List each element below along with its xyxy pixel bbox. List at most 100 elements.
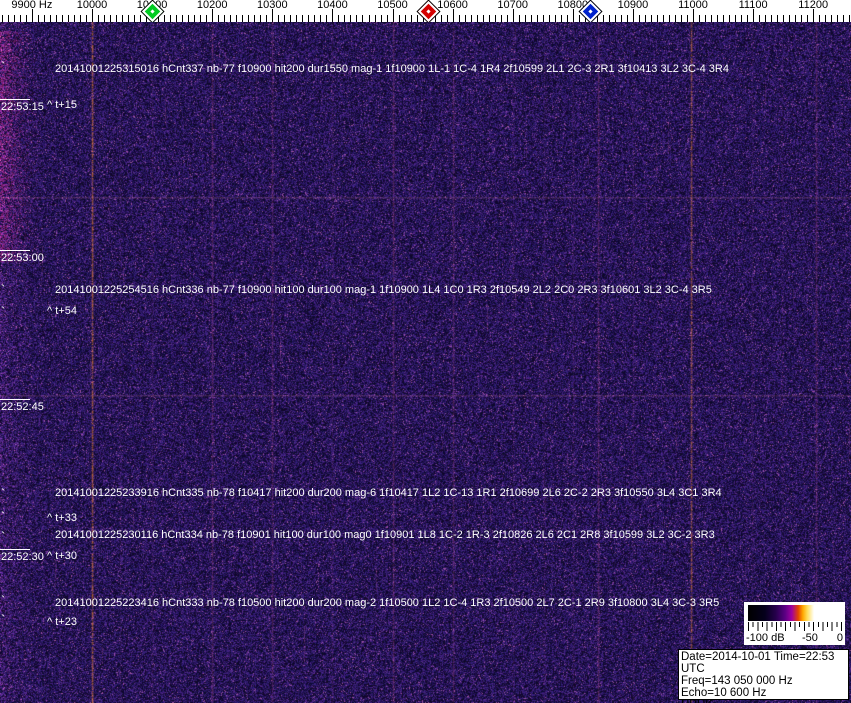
ruler-minor-tick: [49, 15, 51, 22]
ruler-minor-tick: [218, 15, 220, 22]
ruler-minor-tick: [43, 15, 45, 22]
ruler-minor-tick: [374, 15, 376, 22]
ruler-minor-tick: [356, 15, 358, 22]
ruler-minor-tick: [819, 15, 821, 22]
ruler-minor-tick: [230, 15, 232, 22]
ruler-minor-tick: [681, 15, 682, 22]
event-log-line: 20141001225230116 hCnt334 nb-78 f10901 h…: [55, 529, 715, 541]
ruler-minor-tick: [554, 15, 556, 22]
ruler-minor-tick: [386, 15, 388, 22]
ruler-minor-tick: [650, 15, 652, 22]
ruler-minor-tick: [608, 15, 610, 22]
ruler-minor-tick: [530, 15, 532, 22]
ruler-minor-tick: [122, 15, 123, 22]
marker-diamond-red[interactable]: [417, 0, 440, 22]
ruler-minor-tick: [140, 15, 142, 22]
info-echo: Echo=10 600 Hz: [681, 687, 767, 699]
ruler-minor-tick: [699, 15, 700, 22]
ruler-minor-tick: [783, 15, 785, 22]
ruler-minor-tick: [410, 15, 412, 22]
event-edge-tick: `: [1, 59, 6, 74]
event-edge-tick: `: [1, 509, 6, 524]
ruler-minor-tick: [747, 15, 749, 22]
ruler-minor-tick: [494, 15, 496, 22]
ruler-minor-tick: [669, 15, 670, 22]
ruler-minor-tick: [795, 15, 797, 22]
ruler-minor-tick: [723, 15, 724, 22]
ruler-minor-tick: [74, 15, 75, 22]
ruler-minor-tick: [7, 15, 9, 22]
time-tick-line: [0, 250, 30, 251]
ruler-minor-tick: [338, 15, 340, 22]
ruler-freq-label: 10700: [497, 0, 528, 11]
ruler-minor-tick: [626, 15, 628, 22]
ruler-minor-tick: [849, 15, 851, 22]
time-label: 22:53:00: [1, 252, 44, 264]
ruler-minor-tick: [765, 15, 767, 22]
ruler-minor-tick: [596, 15, 598, 22]
event-log-line: 20141001225223416 hCnt333 nb-78 f10500 h…: [55, 597, 720, 609]
ruler-minor-tick: [566, 15, 568, 22]
ruler-minor-tick: [128, 15, 130, 22]
ruler-minor-tick: [110, 15, 111, 22]
ruler-minor-tick: [831, 15, 833, 22]
ruler-minor-tick: [675, 15, 676, 22]
ruler-minor-tick: [548, 15, 550, 22]
marker-center-dot: [588, 8, 593, 14]
ruler-freq-label: 10500: [377, 0, 408, 11]
ruler-minor-tick: [176, 15, 178, 22]
ruler-minor-tick: [320, 15, 322, 22]
db-color-scale-legend: -100 dB -50 0: [744, 602, 845, 645]
ruler-minor-tick: [470, 15, 472, 22]
ruler-minor-tick: [488, 15, 490, 22]
ruler-minor-tick: [518, 15, 520, 22]
ruler-minor-tick: [380, 15, 382, 22]
info-frequency: Freq=143 050 000 Hz: [681, 675, 793, 687]
legend-label-max: 0: [836, 632, 843, 644]
ruler-minor-tick: [729, 15, 731, 22]
ruler-minor-tick: [236, 15, 238, 22]
ruler-freq-label: 10200: [196, 0, 228, 11]
ruler-minor-tick: [170, 15, 172, 22]
ruler-minor-tick: [296, 15, 298, 22]
ruler-minor-tick: [777, 15, 779, 22]
legend-label-mid: -50: [802, 632, 818, 644]
info-station: HPHK: [681, 699, 846, 703]
ruler-minor-tick: [807, 15, 809, 22]
ruler-minor-tick: [254, 15, 256, 22]
frequency-ruler[interactable]: 9900 Hz100001010010200103001040010500106…: [0, 0, 851, 22]
ruler-minor-tick: [344, 15, 346, 22]
ruler-minor-tick: [134, 15, 136, 22]
color-gradient-bar: [748, 605, 841, 621]
info-date-time: Date=2014-10-01 Time=22:53 UTC: [681, 651, 835, 675]
ruler-minor-tick: [116, 15, 117, 22]
time-label: 22:52:30: [1, 551, 44, 563]
ruler-minor-tick: [86, 15, 87, 22]
ruler-minor-tick: [578, 15, 580, 22]
ruler-minor-tick: [55, 15, 57, 22]
event-edge-tick: `: [1, 529, 6, 544]
ruler-minor-tick: [801, 15, 803, 22]
ruler-minor-tick: [362, 15, 364, 22]
ruler-minor-tick: [458, 15, 460, 22]
event-edge-tick: `: [1, 593, 6, 608]
event-edge-tick: `: [1, 282, 6, 297]
ruler-minor-tick: [164, 15, 166, 22]
ruler-minor-tick: [416, 15, 418, 22]
ruler-minor-tick: [476, 15, 478, 22]
ruler-minor-tick: [542, 15, 544, 22]
ruler-minor-tick: [464, 15, 466, 22]
ruler-minor-tick: [200, 15, 202, 22]
ruler-minor-tick: [266, 15, 268, 22]
ruler-freq-label: 9900 Hz: [11, 0, 53, 11]
ruler-minor-tick: [326, 15, 328, 22]
ruler-minor-tick: [25, 15, 27, 22]
ruler-minor-tick: [248, 15, 250, 22]
time-offset-mark: ^ t+33: [47, 512, 77, 524]
ruler-freq-label: 10300: [257, 0, 288, 11]
ruler-minor-tick: [398, 15, 400, 22]
ruler-minor-tick: [620, 15, 622, 22]
time-offset-mark: ^ t+23: [47, 616, 77, 628]
ruler-minor-tick: [837, 15, 839, 22]
ruler-minor-tick: [771, 15, 773, 22]
